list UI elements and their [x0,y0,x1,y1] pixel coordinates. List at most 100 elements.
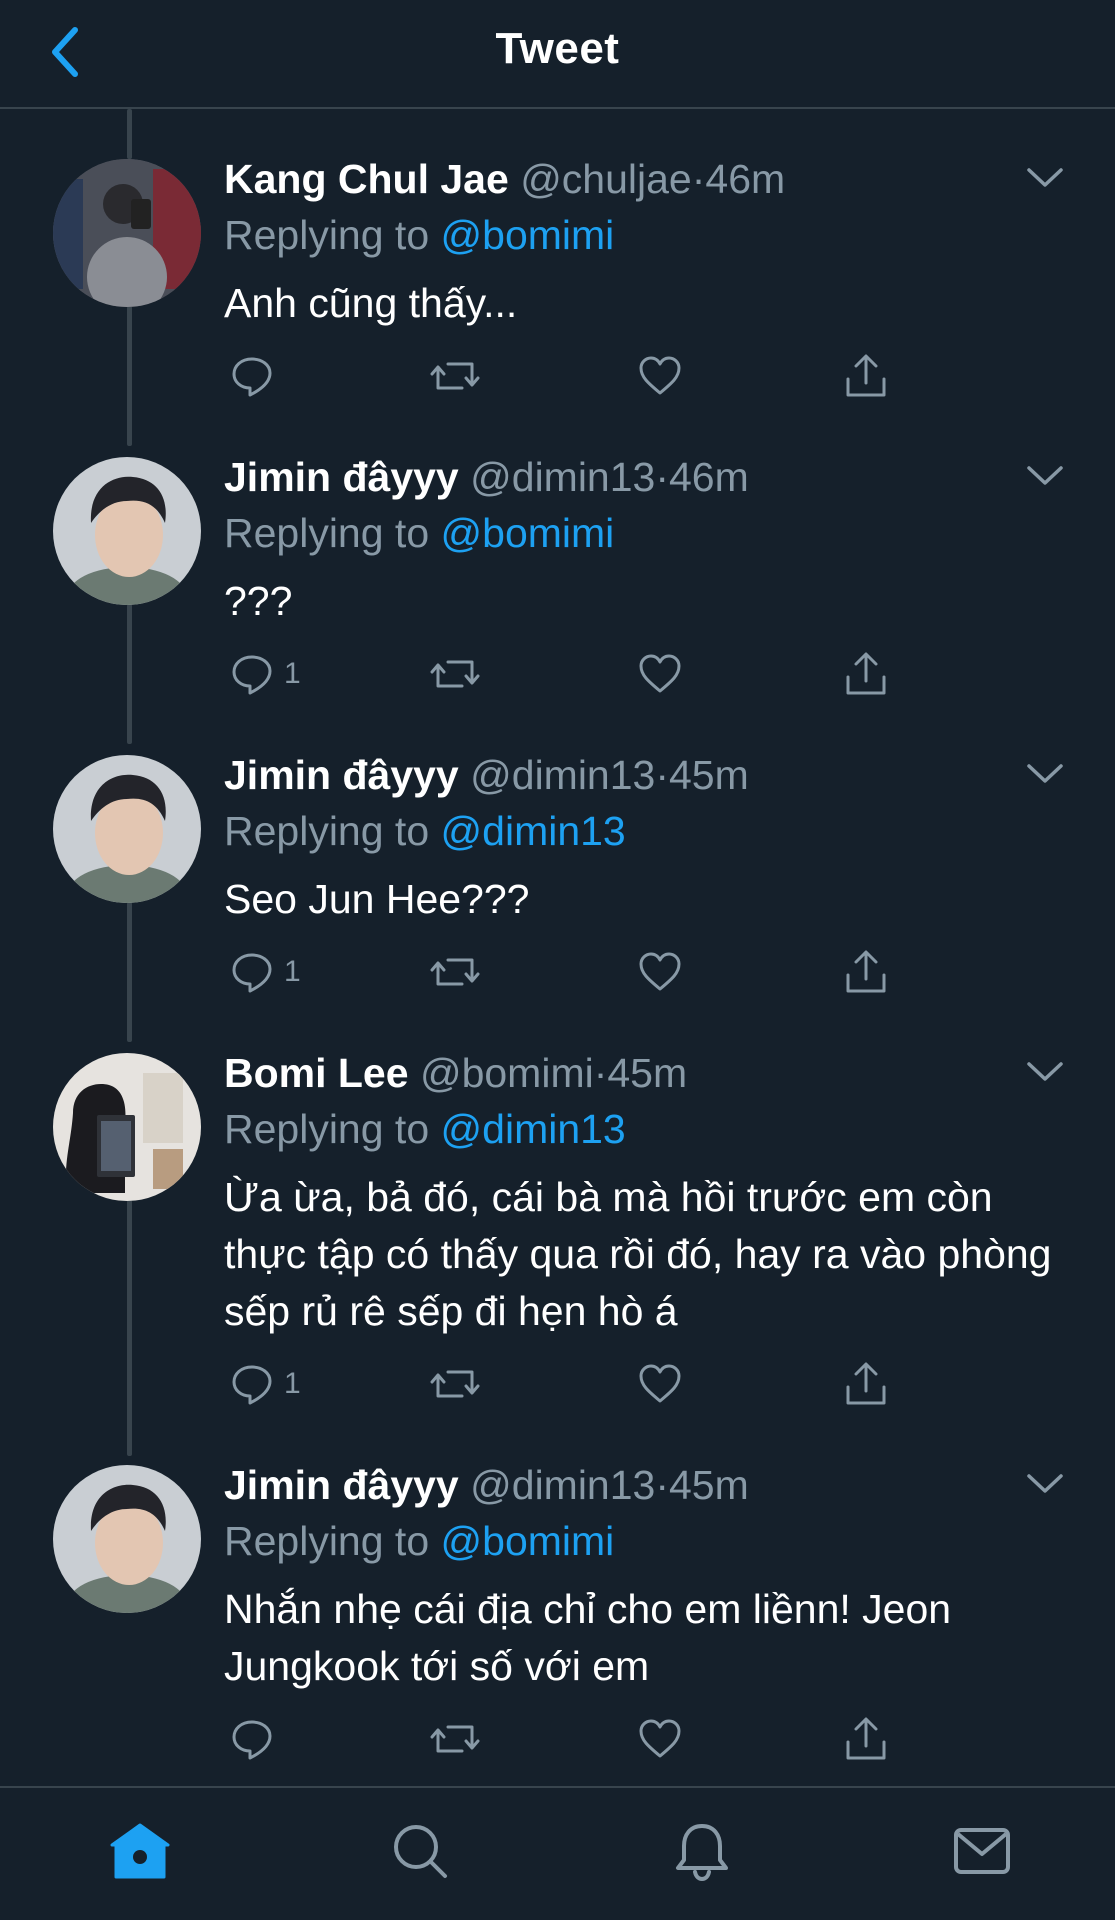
share-button[interactable] [844,644,888,704]
chevron-down-icon [1027,466,1063,485]
share-button[interactable] [844,346,888,406]
tab-bar [0,1786,1115,1920]
retweet-button[interactable] [430,942,480,1002]
retweet-button[interactable] [430,346,480,406]
avatar[interactable] [53,1053,201,1201]
author-name[interactable]: Bomi Lee [224,1050,409,1096]
heart-icon [639,654,681,693]
avatar[interactable] [53,1465,201,1613]
tweet-menu-button[interactable] [1025,1469,1065,1499]
avatar[interactable] [53,755,201,903]
tab-notifications[interactable] [667,1816,737,1886]
author-name[interactable]: Jimin đâyyy [224,454,459,500]
replying-to: Replying to @dimin13 [224,806,626,856]
reply-count: 1 [284,1367,301,1400]
like-button[interactable] [638,1354,682,1414]
share-button[interactable] [844,942,888,1002]
share-icon [846,354,886,397]
author-handle[interactable]: @bomimi [420,1050,594,1096]
mention-link[interactable]: @dimin13 [441,808,626,854]
reply-button[interactable]: 1 [230,644,301,704]
retweet-icon [430,362,480,390]
like-button[interactable] [638,942,682,1002]
author-name[interactable]: Kang Chul Jae [224,156,509,202]
avatar-jimin [53,457,201,605]
avatar[interactable] [53,457,201,605]
replying-to-label: Replying to [224,510,430,556]
chevron-down-icon [1027,168,1063,187]
messages-icon [954,1828,1010,1874]
retweet-button[interactable] [430,1709,480,1769]
tab-messages[interactable] [947,1816,1017,1886]
author-handle[interactable]: @dimin13 [470,454,655,500]
author-name[interactable]: Jimin đâyyy [224,1462,459,1508]
share-button[interactable] [844,1354,888,1414]
tweet-text: ??? [224,578,293,624]
replying-to: Replying to @bomimi [224,1516,614,1566]
avatar[interactable] [53,159,201,307]
reply-button[interactable] [230,346,284,406]
retweet-icon [430,958,480,986]
reply-button[interactable]: 1 [230,1354,301,1414]
replying-to: Replying to @bomimi [224,210,614,260]
reply-icon [232,1365,272,1405]
replying-to-label: Replying to [224,808,430,854]
author-handle[interactable]: @chuljae [520,156,692,202]
home-icon [110,1823,170,1879]
thread-line [127,306,132,446]
separator-dot: · [593,1050,608,1096]
reply-icon [232,655,272,695]
separator-dot: · [655,1462,669,1508]
tab-home[interactable] [105,1816,175,1886]
tab-search[interactable] [385,1816,455,1886]
author-handle[interactable]: @dimin13 [470,1462,655,1508]
chevron-down-icon [1027,1474,1063,1493]
tweet-text: Anh cũng thấy... [224,280,518,326]
header-bar: Tweet [0,0,1115,109]
reply-count: 1 [284,955,301,988]
tweet-menu-button[interactable] [1025,163,1065,193]
timestamp: 46m [669,454,749,500]
retweet-button[interactable] [430,1354,480,1414]
avatar-bomi-lee [53,1053,201,1201]
like-button[interactable] [638,644,682,704]
share-icon [846,652,886,695]
tweet-menu-button[interactable] [1025,1057,1065,1087]
tweet-text: Nhắn nhẹ cái địa chỉ cho em liềnn! Jeon … [224,1586,952,1689]
mention-link[interactable]: @bomimi [441,510,615,556]
author-handle[interactable]: @dimin13 [470,752,655,798]
tweet-actions: 1 [224,644,914,704]
reply-icon [232,1720,272,1760]
tweet-menu-button[interactable] [1025,461,1065,491]
author-name[interactable]: Jimin đâyyy [224,752,459,798]
mention-link[interactable]: @bomimi [441,1518,615,1564]
tweet-actions [224,1709,914,1769]
timestamp: 46m [705,156,786,202]
heart-icon [639,1719,681,1758]
replying-to: Replying to @dimin13 [224,1104,626,1154]
like-button[interactable] [638,346,682,406]
retweet-icon [430,1725,480,1753]
separator-dot: · [691,156,706,202]
timestamp: 45m [669,1462,749,1508]
share-icon [846,1717,886,1760]
tweet-text: Seo Jun Hee??? [224,876,530,922]
retweet-icon [430,1370,480,1398]
mention-link[interactable]: @dimin13 [441,1106,626,1152]
replying-to-label: Replying to [224,1518,430,1564]
mention-link[interactable]: @bomimi [441,212,615,258]
separator-dot: · [655,752,669,798]
reply-button[interactable] [230,1709,284,1769]
reply-button[interactable]: 1 [230,942,301,1002]
avatar-jimin [53,1465,201,1613]
tweet-menu-button[interactable] [1025,759,1065,789]
page-title: Tweet [495,24,620,73]
replying-to: Replying to @bomimi [224,508,614,558]
share-button[interactable] [844,1709,888,1769]
like-button[interactable] [638,1709,682,1769]
chevron-down-icon [1027,764,1063,783]
share-icon [846,1362,886,1405]
thread-line [127,1200,132,1456]
retweet-button[interactable] [430,644,480,704]
chevron-down-icon [1027,1062,1063,1081]
